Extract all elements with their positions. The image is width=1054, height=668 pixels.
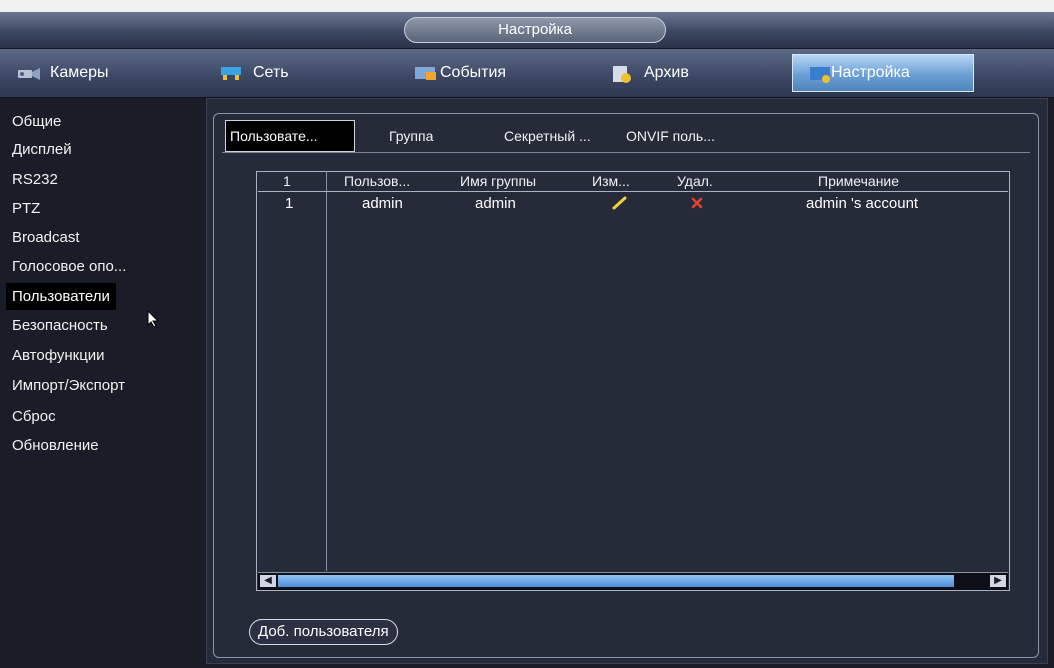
- main-tab-bar: Камеры Сеть События Архив Настройка: [0, 49, 1054, 98]
- users-table: [256, 171, 1010, 591]
- subtab-group[interactable]: Группа: [389, 120, 433, 152]
- delete-icon[interactable]: [691, 197, 703, 209]
- sidebar-item-general[interactable]: Общие: [12, 108, 61, 135]
- sidebar-item-import-export[interactable]: Импорт/Экспорт: [12, 372, 125, 399]
- sidebar-item-broadcast[interactable]: Broadcast: [12, 224, 80, 251]
- tab-events-label: События: [440, 64, 507, 81]
- tab-cameras[interactable]: Камеры: [16, 54, 109, 92]
- sidebar-item-ptz[interactable]: PTZ: [12, 195, 40, 222]
- header-note[interactable]: Примечание: [818, 173, 899, 189]
- subtab-secret[interactable]: Секретный ...: [504, 120, 591, 152]
- sidebar-item-reset[interactable]: Сброс: [12, 403, 56, 430]
- tab-settings-label: Настройка: [831, 64, 910, 81]
- edit-icon[interactable]: [612, 196, 628, 210]
- horizontal-scrollbar[interactable]: ◀ ▶: [258, 572, 1008, 590]
- tab-archive[interactable]: Архив: [610, 54, 689, 92]
- sidebar-item-auto[interactable]: Автофункции: [12, 342, 105, 369]
- sidebar-item-update[interactable]: Обновление: [12, 432, 99, 459]
- archive-icon: [610, 64, 632, 83]
- subtab-users[interactable]: Пользовате...: [225, 120, 355, 152]
- sidebar: Общие Дисплей RS232 PTZ Broadcast Голосо…: [0, 98, 200, 668]
- scroll-thumb[interactable]: [278, 575, 954, 587]
- sidebar-item-voice[interactable]: Голосовое опо...: [12, 253, 126, 280]
- header-edit[interactable]: Изм...: [592, 173, 630, 189]
- column-divider: [326, 171, 327, 571]
- tab-network-label: Сеть: [253, 64, 289, 81]
- row-user: admin: [362, 195, 403, 212]
- title-bar: Настройка: [0, 12, 1054, 49]
- header-user[interactable]: Пользов...: [344, 173, 410, 189]
- scroll-left-icon[interactable]: ◀: [260, 575, 276, 587]
- camera-icon: [16, 64, 40, 82]
- sidebar-item-security[interactable]: Безопасность: [12, 312, 108, 339]
- window-title: Настройка: [404, 17, 666, 43]
- tab-settings[interactable]: Настройка: [792, 54, 974, 92]
- header-index: 1: [283, 173, 291, 189]
- events-icon: [414, 64, 436, 82]
- row-note: admin 's account: [806, 195, 919, 212]
- sidebar-item-rs232[interactable]: RS232: [12, 166, 58, 193]
- header-group[interactable]: Имя группы: [460, 173, 536, 189]
- tab-network[interactable]: Сеть: [219, 54, 289, 92]
- subtab-underline: [222, 152, 1030, 153]
- tab-cameras-label: Камеры: [50, 64, 109, 81]
- header-delete[interactable]: Удал.: [677, 173, 713, 189]
- add-user-button[interactable]: Доб. пользователя: [249, 619, 398, 645]
- sidebar-item-users[interactable]: Пользователи: [6, 283, 116, 310]
- tab-archive-label: Архив: [644, 64, 689, 81]
- network-icon: [219, 64, 241, 82]
- mouse-cursor-icon: [147, 310, 160, 328]
- top-strip: [0, 0, 1054, 12]
- scroll-right-icon[interactable]: ▶: [990, 575, 1006, 587]
- row-index: 1: [285, 195, 294, 212]
- sidebar-item-display[interactable]: Дисплей: [12, 136, 72, 163]
- tab-events[interactable]: События: [414, 54, 506, 92]
- subtab-onvif[interactable]: ONVIF поль...: [626, 120, 715, 152]
- row-group: admin: [475, 195, 516, 212]
- header-divider: [258, 191, 1008, 192]
- settings-icon: [809, 64, 831, 83]
